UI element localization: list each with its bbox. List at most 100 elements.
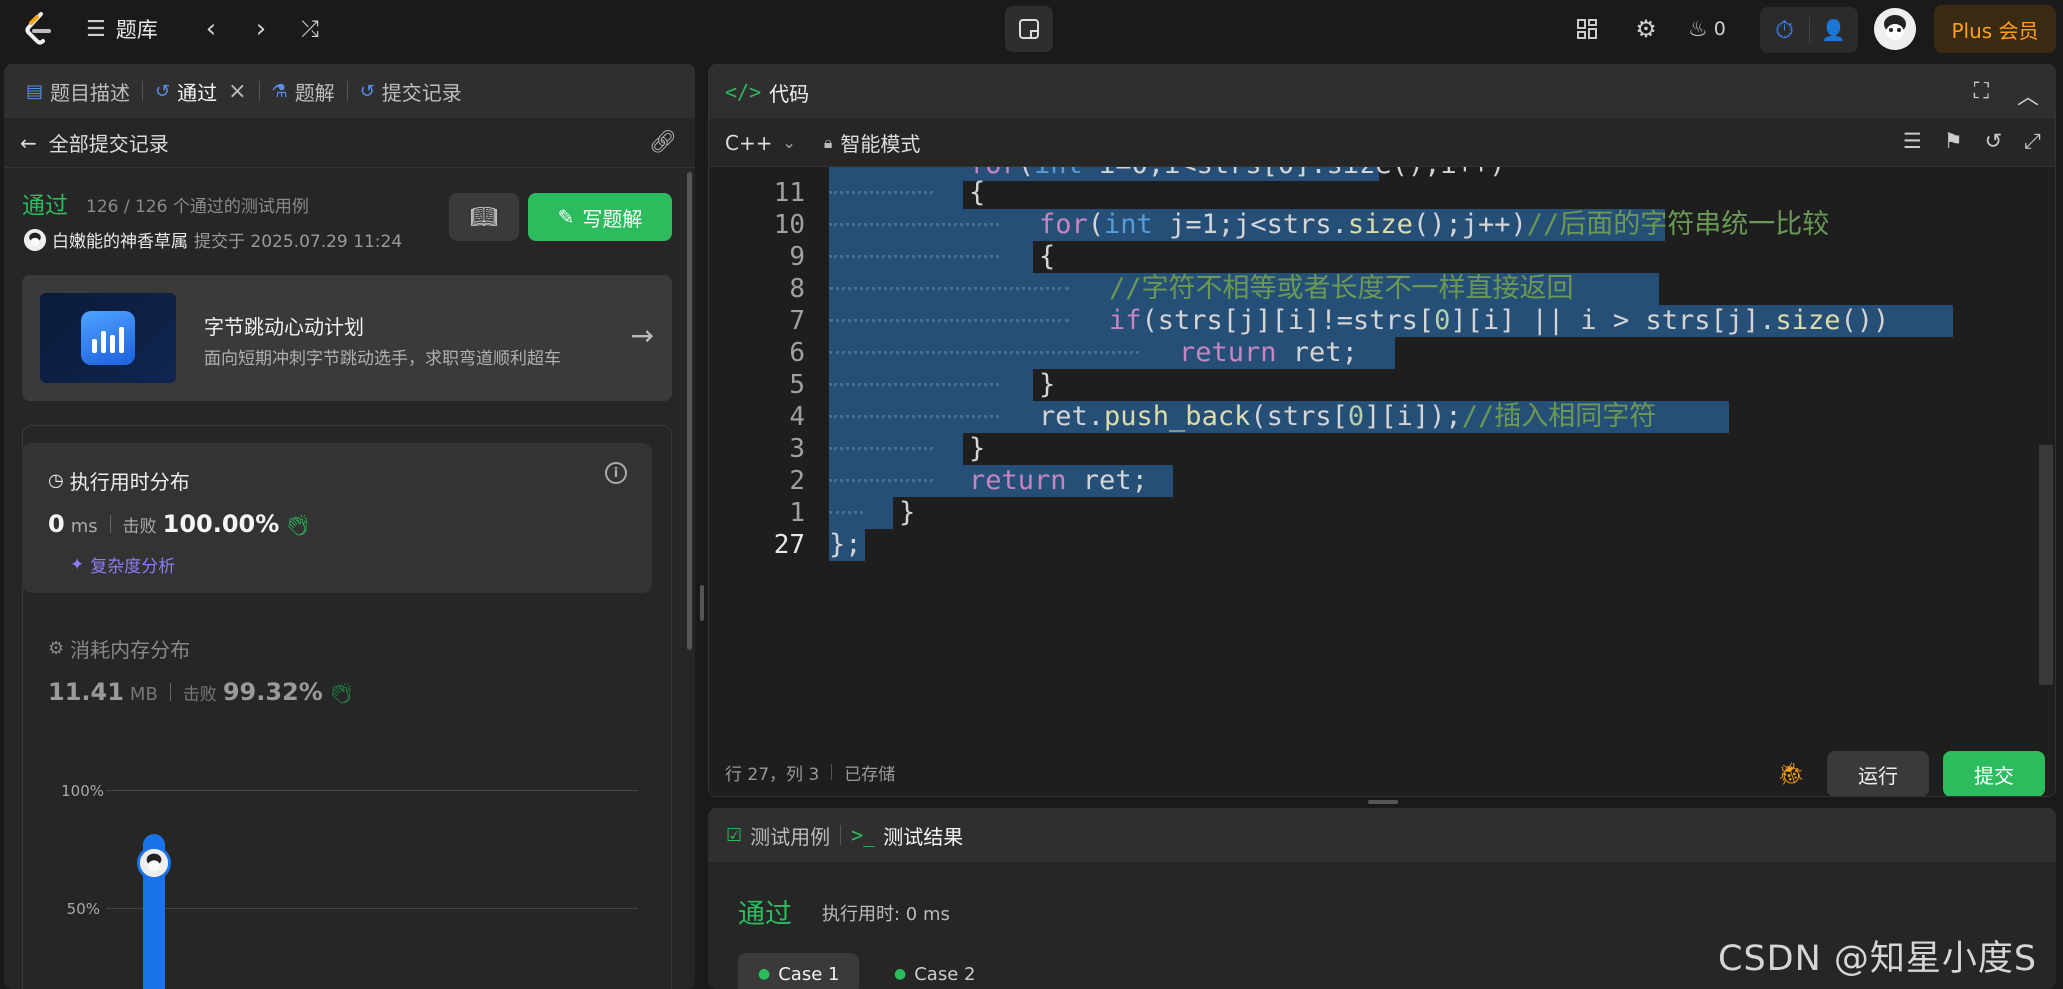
promo-banner[interactable]: 字节跳动心动计划 面向短期冲刺字节跳动选手，求职弯道顺利超车 → (22, 275, 672, 401)
info-icon[interactable]: i (605, 462, 627, 484)
y-tick-50: 50% (66, 900, 100, 918)
left-scrollbar[interactable] (687, 172, 692, 650)
timer-group: ⏱ 👤 (1760, 7, 1858, 53)
streak-button[interactable]: ♨ 0 (1688, 12, 1726, 46)
runtime-unit: ms (70, 516, 98, 537)
submit-button[interactable]: 提交 (1943, 751, 2045, 796)
editor-scrollbar[interactable] (2039, 445, 2053, 685)
beat-label: 击败 (122, 517, 157, 537)
collapse-icon[interactable]: ︿ (2017, 79, 2039, 111)
code-panel: </> 代码 ⛶ ︿ C++ ⌄ 🔒︎ 智能模式 ☰ ⚑ ↺ ⤢ for(int… (708, 64, 2056, 797)
author-avatar[interactable] (24, 228, 46, 251)
save-status: 已存储 (844, 764, 896, 785)
tab-label: 题解 (294, 80, 335, 105)
layout-icon[interactable] (1572, 14, 1602, 44)
code-line: 8 //字符不相等或者长度不一样直接返回 (709, 273, 2044, 305)
case-2-tab[interactable]: ● Case 2 (874, 953, 995, 989)
indent-guides (829, 415, 999, 419)
smart-mode-toggle[interactable]: 🔒︎ 智能模式 (824, 128, 921, 157)
tab-accepted[interactable]: ↺ 通过 × (147, 64, 255, 118)
code-footer: 行 27，列 3 已存储 🐞︎ 运行 提交 (709, 747, 2055, 796)
code-line: 10 for(int j=1;j<strs.size();j++)//后面的字符… (709, 209, 2044, 241)
back-label: 全部提交记录 (48, 132, 169, 156)
result-tab-bar: ☑ 测试用例 >_ 测试结果 (708, 808, 2056, 862)
divider (831, 764, 833, 780)
author-name[interactable]: 白嫩能的神香草属 (52, 227, 188, 252)
tab-submissions[interactable]: ↺ 提交记录 (352, 64, 470, 118)
next-problem-icon[interactable]: › (246, 12, 276, 46)
code-header-icons: ⛶ ︿ (1974, 79, 2039, 111)
prev-problem-icon[interactable]: ‹ (196, 12, 226, 46)
tab-divider (142, 81, 144, 101)
reset-icon[interactable]: ↺ (1985, 129, 2003, 154)
arrow-right-icon: → (630, 319, 654, 352)
plus-member-button[interactable]: Plus 会员 (1934, 5, 2056, 53)
left-tab-bar: ▤ 题目描述 ↺ 通过 × ⚗ 题解 ↺ 提交记录 (4, 64, 695, 118)
complexity-label: 复杂度分析 (90, 557, 176, 577)
runtime-title: ◷ 执行用时分布 (48, 466, 190, 495)
code-text: if(strs[j][i]!=strs[0][i] || i > strs[j]… (1109, 305, 1890, 336)
timer-icon[interactable]: ⏱ (1761, 16, 1809, 44)
leetcode-logo-icon[interactable] (18, 10, 58, 48)
divider (109, 515, 111, 533)
case-label: Case 1 (778, 963, 840, 985)
line-number: 1 (789, 498, 805, 528)
csdn-watermark: CSDN @知星小度S (1718, 939, 2038, 979)
code-text: for(int j=1;j<strs.size();j++)//后面的字符串统一… (1039, 209, 1830, 240)
flask-icon: ⚗ (271, 80, 288, 102)
submission-subbar: ← 全部提交记录 🔗︎ (4, 118, 695, 168)
shuffle-icon[interactable]: ⤮ (294, 12, 326, 46)
problem-bank-button[interactable]: ☰ 题库 (86, 12, 158, 46)
format-icon[interactable]: ☰ (1903, 129, 1922, 154)
debug-icon[interactable]: 🐞︎ (1777, 762, 1805, 787)
note-button[interactable] (1005, 6, 1053, 52)
language-select[interactable]: C++ ⌄ (725, 131, 796, 155)
beat-label: 击败 (182, 685, 217, 705)
code-text: }; (829, 529, 862, 560)
code-editor[interactable]: for(int i=0;i<strs[0].size();i++) 11 { 1… (709, 167, 2044, 747)
fullscreen-icon[interactable]: ⛶ (1974, 79, 1989, 111)
code-line: 4 ret.push_back(strs[0][i]);//插入相同字符 (709, 401, 2044, 433)
history-icon: ↺ (359, 80, 375, 102)
complexity-analysis-link[interactable]: ✦ 复杂度分析 (70, 552, 176, 578)
submit-time: 提交于 2025.07.29 11:24 (194, 232, 403, 252)
write-solution-button[interactable]: ✎ 写题解 (528, 193, 672, 241)
chevron-down-icon: ⌄ (782, 133, 796, 152)
back-to-submissions[interactable]: ← 全部提交记录 (20, 128, 169, 157)
fire-icon: ♨ (1688, 16, 1708, 42)
tab-description[interactable]: ▤ 题目描述 (18, 64, 138, 118)
indent-guides (829, 319, 1069, 323)
memory-beat: 99.32% (222, 678, 323, 706)
code-text: ret.push_back(strs[0][i]);//插入相同字符 (1039, 401, 1657, 432)
gridline (106, 790, 638, 791)
run-button[interactable]: 运行 (1827, 751, 1929, 796)
runtime-beat: 100.00% (162, 510, 280, 538)
user-avatar[interactable] (1874, 8, 1916, 50)
result-runtime: 执行用时: 0 ms (822, 904, 950, 925)
vertical-resize-handle[interactable] (700, 585, 704, 621)
settings-gear-icon[interactable]: ⚙ (1630, 12, 1662, 46)
tab-solutions[interactable]: ⚗ 题解 (264, 64, 343, 118)
clap-icon: 👏︎ (285, 513, 311, 537)
code-text: } (1039, 369, 1056, 400)
language-bar: C++ ⌄ 🔒︎ 智能模式 (709, 119, 2055, 167)
notes-book-button[interactable]: 📖︎ (449, 193, 519, 241)
tab-test-result[interactable]: >_ 测试结果 (851, 821, 963, 850)
tab-testcases[interactable]: ☑ 测试用例 (726, 821, 830, 850)
horizontal-resize-handle[interactable] (1368, 800, 1398, 804)
memory-title[interactable]: ⚙ 消耗内存分布 (48, 634, 190, 663)
editor-tool-icons: ☰ ⚑ ↺ ⤢ (1903, 129, 2041, 154)
case-1-tab[interactable]: ● Case 1 (738, 953, 860, 989)
expand-icon[interactable]: ⤢ (2024, 129, 2041, 154)
code-text: } (969, 433, 986, 464)
case-label: Case 2 (914, 963, 976, 985)
edit-icon: ✎ (557, 205, 575, 229)
add-friend-icon[interactable]: 👤 (1810, 18, 1858, 42)
close-icon[interactable]: × (228, 79, 246, 104)
link-icon[interactable]: 🔗︎ (649, 130, 677, 155)
book-icon: 📖︎ (470, 204, 498, 230)
line-number: 8 (789, 274, 805, 304)
line-number: 4 (789, 402, 805, 432)
terminal-icon: >_ (851, 823, 876, 847)
bookmark-icon[interactable]: ⚑ (1944, 129, 1963, 154)
